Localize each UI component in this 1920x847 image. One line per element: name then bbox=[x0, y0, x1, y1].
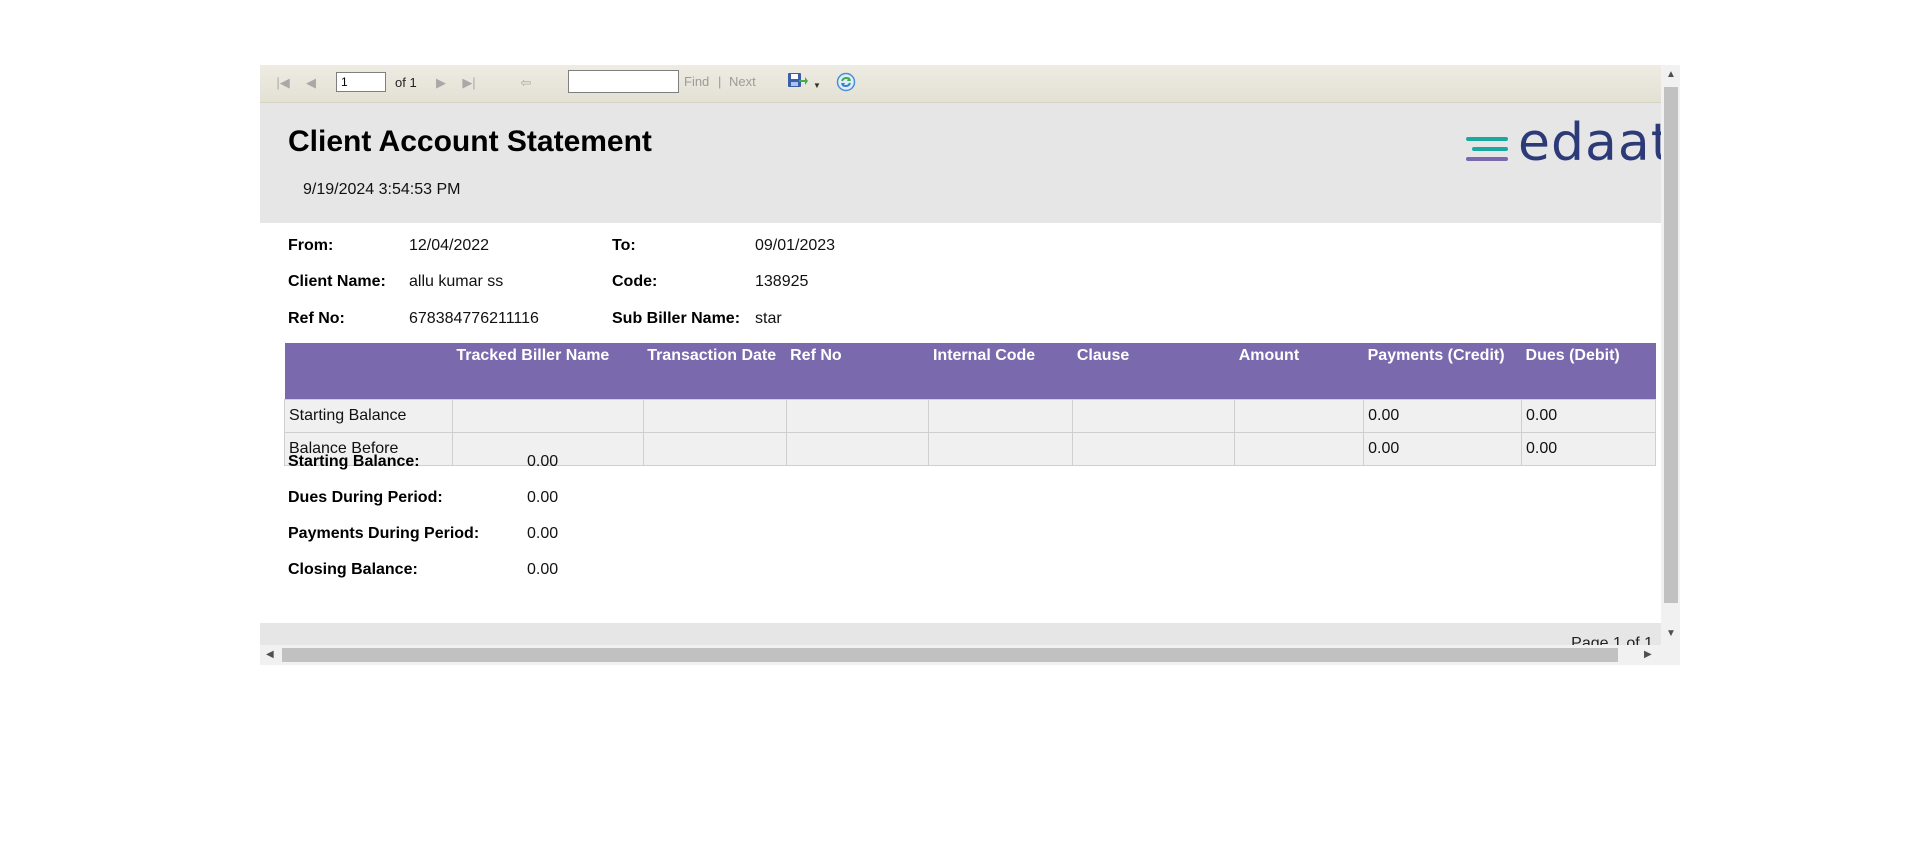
payments-during-period-value: 0.00 bbox=[527, 525, 559, 542]
ref-no-value: 678384776211116 bbox=[409, 310, 539, 327]
closing-balance-label: Closing Balance: bbox=[288, 561, 418, 578]
to-label: To: bbox=[612, 237, 636, 254]
payments-during-period-label: Payments During Period: bbox=[288, 525, 480, 542]
table-cell bbox=[785, 432, 930, 466]
sub-biller-label: Sub Biller Name: bbox=[612, 310, 741, 327]
column-header: Ref No bbox=[786, 343, 929, 400]
first-page-icon[interactable]: |◀ bbox=[272, 72, 294, 94]
table-cell bbox=[928, 399, 1074, 433]
scroll-down-arrow-icon[interactable]: ▼ bbox=[1666, 628, 1676, 639]
ref-no-label: Ref No: bbox=[288, 310, 345, 327]
starting-balance-label: Starting Balance: bbox=[288, 453, 420, 470]
table-cell bbox=[1234, 432, 1365, 466]
table-row: Starting Balance 0.00 0.00 bbox=[284, 399, 1656, 433]
column-header: Payments (Credit) bbox=[1363, 343, 1522, 400]
find-text-input[interactable] bbox=[568, 70, 679, 93]
column-header: Clause bbox=[1072, 343, 1235, 400]
table-row: Balance Before 0.00 0.00 bbox=[284, 432, 1656, 466]
table-cell bbox=[1072, 432, 1236, 466]
logo-bar-bottom bbox=[1466, 157, 1508, 161]
statement-table: Tracked Biller Name Transaction Date Ref… bbox=[284, 343, 1656, 466]
to-value: 09/01/2023 bbox=[755, 237, 836, 254]
dues-during-period-value: 0.00 bbox=[527, 489, 559, 506]
page-number-input[interactable] bbox=[336, 72, 386, 92]
report-header: Client Account Statement 9/19/2024 3:54:… bbox=[260, 103, 1661, 223]
logo-bar-top bbox=[1466, 137, 1508, 141]
from-label: From: bbox=[288, 237, 334, 254]
find-next-link[interactable]: Next bbox=[729, 74, 756, 89]
table-cell: Starting Balance bbox=[284, 399, 453, 433]
logo-bar-middle bbox=[1472, 147, 1508, 151]
table-cell bbox=[1072, 399, 1236, 433]
export-dropdown-chevron-icon[interactable]: ▼ bbox=[806, 74, 828, 96]
column-header: Tracked Biller Name bbox=[452, 343, 644, 400]
logo-wordmark: edaat bbox=[1518, 113, 1661, 173]
vertical-scrollbar[interactable]: ▲ ▼ bbox=[1661, 65, 1680, 645]
table-cell bbox=[451, 399, 644, 433]
sub-biller-value: star bbox=[755, 310, 782, 327]
report-timestamp: 9/19/2024 3:54:53 PM bbox=[303, 181, 461, 198]
vertical-scroll-thumb[interactable] bbox=[1664, 87, 1678, 603]
table-header-row: Tracked Biller Name Transaction Date Ref… bbox=[284, 343, 1656, 400]
closing-balance-value: 0.00 bbox=[527, 561, 559, 578]
table-cell bbox=[1234, 399, 1365, 433]
scroll-right-arrow-icon[interactable]: ▶ bbox=[1644, 649, 1652, 660]
report-title: Client Account Statement bbox=[288, 125, 652, 158]
column-header: Internal Code bbox=[928, 343, 1073, 400]
column-header: Transaction Date bbox=[643, 343, 787, 400]
client-name-label: Client Name: bbox=[288, 273, 386, 290]
starting-balance-value: 0.00 bbox=[527, 453, 559, 470]
code-value: 138925 bbox=[755, 273, 809, 290]
find-link[interactable]: Find bbox=[684, 74, 709, 89]
table-cell bbox=[928, 432, 1074, 466]
report-viewer: |◀ ◀ of 1 ▶ ▶| ⇦ Find | Next ▼ bbox=[260, 65, 1680, 665]
table-cell: 0.00 bbox=[1363, 432, 1523, 466]
from-value: 12/04/2022 bbox=[409, 237, 490, 254]
horizontal-scroll-thumb[interactable] bbox=[282, 648, 1618, 662]
column-header bbox=[284, 343, 453, 400]
table-cell bbox=[642, 432, 787, 466]
client-name-value: allu kumar ss bbox=[409, 273, 504, 290]
back-to-parent-icon[interactable]: ⇦ bbox=[515, 72, 537, 94]
column-header: Dues (Debit) bbox=[1521, 343, 1656, 400]
scroll-up-arrow-icon[interactable]: ▲ bbox=[1666, 69, 1676, 80]
scroll-left-arrow-icon[interactable]: ◀ bbox=[266, 649, 274, 660]
code-label: Code: bbox=[612, 273, 658, 290]
refresh-icon[interactable] bbox=[835, 71, 857, 93]
column-header: Amount bbox=[1234, 343, 1364, 400]
last-page-icon[interactable]: ▶| bbox=[458, 72, 480, 94]
find-separator: | bbox=[718, 74, 722, 89]
report-toolbar: |◀ ◀ of 1 ▶ ▶| ⇦ Find | Next ▼ bbox=[260, 65, 1661, 103]
table-cell: 0.00 bbox=[1521, 432, 1656, 466]
dues-during-period-label: Dues During Period: bbox=[288, 489, 443, 506]
page-count-label: of 1 bbox=[395, 75, 417, 90]
table-cell bbox=[642, 399, 787, 433]
horizontal-scrollbar[interactable]: ◀ ▶ bbox=[260, 645, 1680, 665]
previous-page-icon[interactable]: ◀ bbox=[300, 72, 322, 94]
table-cell bbox=[785, 399, 930, 433]
table-cell: 0.00 bbox=[1521, 399, 1656, 433]
edaat-logo: edaat bbox=[1466, 113, 1661, 173]
report-body: Client Account Statement 9/19/2024 3:54:… bbox=[260, 103, 1661, 665]
table-cell: 0.00 bbox=[1363, 399, 1523, 433]
next-page-icon[interactable]: ▶ bbox=[430, 72, 452, 94]
